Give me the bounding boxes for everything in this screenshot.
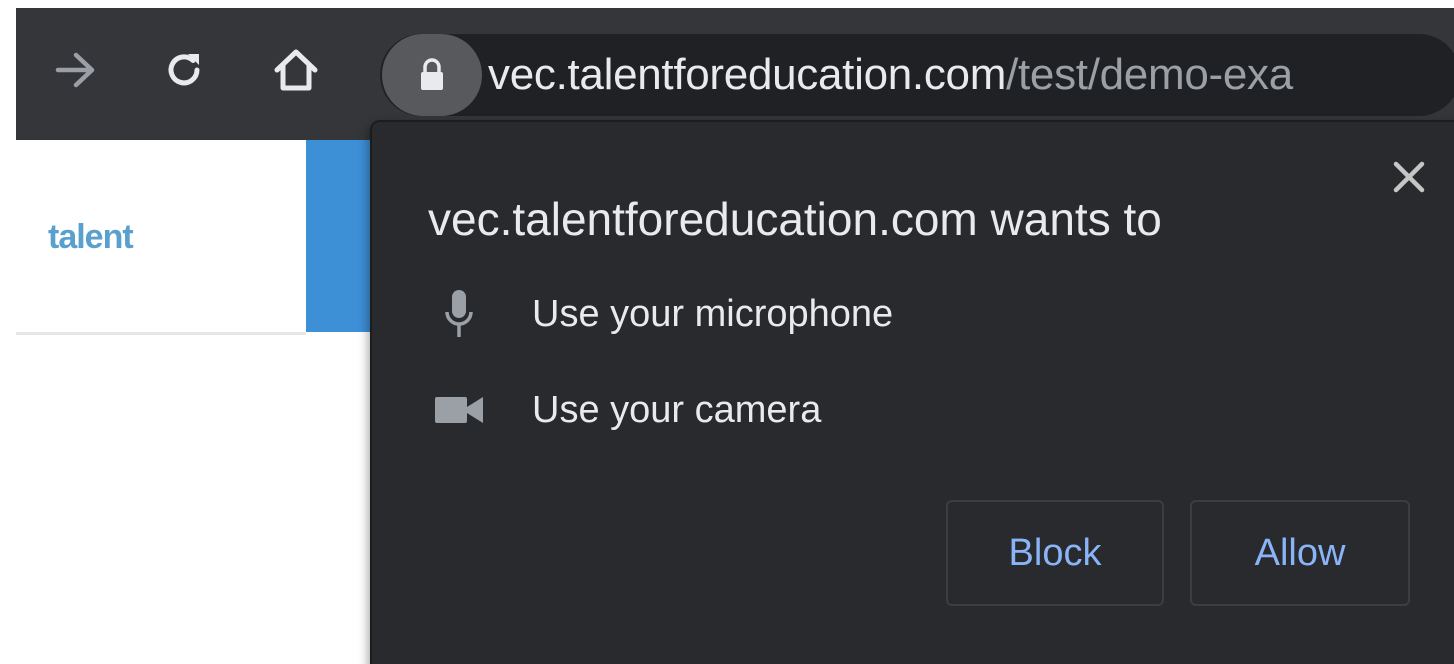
lock-icon xyxy=(421,58,443,90)
block-button[interactable]: Block xyxy=(946,500,1164,606)
microphone-icon xyxy=(445,290,473,337)
close-icon xyxy=(1393,161,1425,193)
home-icon xyxy=(274,49,318,91)
forward-button[interactable] xyxy=(48,42,104,98)
camera-icon xyxy=(435,397,483,423)
browser-window: vec.talentforeducation.com/test/demo-exa… xyxy=(0,0,1454,664)
reload-button[interactable] xyxy=(156,42,212,98)
home-button[interactable] xyxy=(268,42,324,98)
page-header-accent xyxy=(306,140,376,332)
top-edge xyxy=(0,0,1454,8)
permission-camera: Use your camera xyxy=(428,380,821,440)
dialog-title: vec.talentforeducation.com wants to xyxy=(428,193,1162,245)
close-button[interactable] xyxy=(1388,156,1430,198)
permission-label: Use your microphone xyxy=(532,292,894,335)
site-info-button[interactable] xyxy=(382,34,482,116)
url-text[interactable]: vec.talentforeducation.com/test/demo-exa xyxy=(488,50,1293,100)
url-path: /test/demo-exa xyxy=(1006,50,1293,99)
allow-button[interactable]: Allow xyxy=(1190,500,1410,606)
url-host: vec.talentforeducation.com xyxy=(488,50,1007,99)
reload-icon xyxy=(168,54,200,86)
permission-label: Use your camera xyxy=(532,388,822,431)
left-edge xyxy=(0,0,16,664)
brand-logo-text[interactable]: talent xyxy=(48,218,134,257)
forward-arrow-icon xyxy=(55,52,95,88)
permission-microphone: Use your microphone xyxy=(428,284,893,344)
